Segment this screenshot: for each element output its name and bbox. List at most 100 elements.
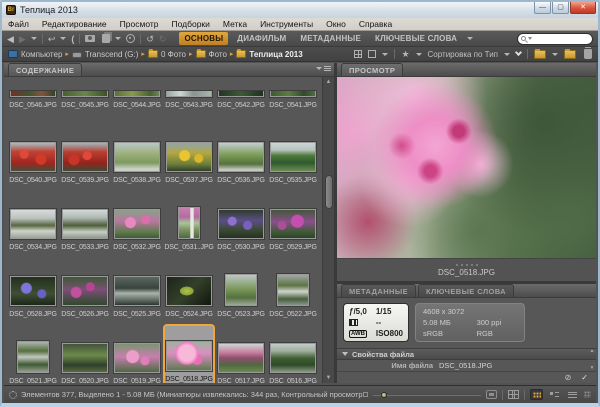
thumbnail-item[interactable]: DSC_0534.JPG (7, 190, 59, 253)
breadcrumb-item[interactable]: Фото ▸ (195, 49, 233, 59)
menu-item[interactable]: Подборки (172, 19, 210, 29)
thumbnail-image[interactable] (165, 275, 213, 307)
rotate-right-icon[interactable]: ↻ (159, 33, 167, 45)
thumbnail-item[interactable]: DSC_0519.JPG (111, 324, 163, 383)
thumbnail-image[interactable] (217, 208, 265, 240)
workspace-dropdown-icon[interactable] (467, 37, 474, 40)
menu-item[interactable]: Окно (326, 19, 346, 29)
thumbnail-image[interactable] (9, 90, 57, 98)
sort-direction-icon[interactable] (514, 48, 523, 57)
thumbnail-item[interactable]: DSC_0543.JPG (163, 77, 215, 111)
thumbnail-item[interactable]: DSC_0540.JPG (7, 123, 59, 186)
workspace-tab[interactable]: КЛЮЧЕВЫЕ СЛОВА (370, 32, 462, 45)
list-view-button[interactable] (566, 389, 579, 400)
breadcrumb-item[interactable]: Transcend (G:) ▸ (71, 50, 145, 59)
thumbnail-item[interactable]: DSC_0538.JPG (111, 123, 163, 186)
thumbnail-item[interactable]: DSC_0531..JPG (163, 190, 215, 253)
thumbnail-image[interactable] (9, 275, 57, 307)
menu-item[interactable]: Справка (359, 19, 392, 29)
thumbnail-image[interactable] (61, 90, 109, 98)
menu-item[interactable]: Просмотр (120, 19, 159, 29)
thumbnail-image[interactable] (269, 208, 317, 240)
view-dropdown-icon[interactable] (382, 52, 389, 56)
new-folder-icon[interactable] (564, 48, 576, 59)
minimize-button[interactable]: — (534, 2, 551, 14)
thumbnail-item[interactable]: DSC_0535.JPG (267, 123, 319, 186)
thumbnail-image[interactable] (9, 208, 57, 240)
thumbnail-size-slider[interactable] (373, 390, 481, 400)
thumbnail-image[interactable] (113, 208, 161, 240)
thumbnail-item[interactable]: DSC_0528.JPG (7, 257, 59, 320)
thumbnail-image[interactable] (269, 90, 317, 98)
thumbnail-image[interactable] (165, 141, 213, 173)
details-view-button[interactable] (548, 389, 561, 400)
thumbnails-view-button[interactable] (530, 389, 543, 400)
metadata-tab[interactable]: КЛЮЧЕВЫЕ СЛОВА (418, 284, 514, 297)
tab-preview[interactable]: ПРОСМОТР (341, 63, 404, 76)
thumbnail-item[interactable]: DSC_0523.JPG (215, 257, 267, 320)
scroll-up-icon[interactable]: ▲ (590, 348, 595, 354)
thumbnail-image[interactable] (177, 206, 201, 240)
thumbnail-item[interactable]: DSC_0542.JPG (215, 77, 267, 111)
rating-filter-star-icon[interactable]: ★ (401, 49, 409, 59)
thumbnail-item[interactable]: DSC_0530.JPG (215, 190, 267, 253)
thumbnail-image[interactable] (217, 141, 265, 173)
thumbnail-item[interactable]: DSC_0526.JPG (59, 257, 111, 320)
sort-dropdown-icon[interactable] (504, 52, 510, 56)
thumbnail-item[interactable]: DSC_0541.JPG (267, 77, 319, 111)
scroll-down-icon[interactable]: ▼ (324, 373, 334, 383)
thumb-size-small-icon[interactable] (363, 392, 368, 397)
workspace-tab[interactable]: ДИАФИЛЬМ (232, 32, 291, 45)
thumbnail-grid-view-icon[interactable] (354, 50, 363, 58)
delete-trash-icon[interactable] (584, 47, 592, 59)
thumbnail-image[interactable] (61, 342, 109, 374)
apply-edit-icon[interactable]: ✓ (581, 373, 588, 383)
search-input[interactable] (534, 35, 589, 42)
slider-knob[interactable] (381, 391, 387, 398)
maximize-button[interactable]: ▢ (552, 2, 569, 14)
cancel-edit-icon[interactable]: ⊘ (565, 373, 572, 383)
thumbnail-item[interactable]: DSC_0545.JPG (59, 77, 111, 111)
scroll-down-icon[interactable]: ▼ (590, 365, 595, 371)
thumbnail-item[interactable]: DSC_0521.JPG (7, 324, 59, 383)
thumbnail-image[interactable] (113, 275, 161, 307)
thumbnail-image[interactable] (113, 141, 161, 173)
thumbnail-item[interactable]: DSC_0546.JPG (7, 77, 59, 111)
thumbnail-image[interactable] (217, 342, 265, 374)
thumbnail-image[interactable] (61, 208, 109, 240)
menu-item[interactable]: Файл (8, 19, 29, 29)
scroll-up-icon[interactable]: ▲ (324, 77, 334, 87)
metadata-tab[interactable]: МЕТАДАННЫЕ (341, 284, 416, 297)
thumbnail-image[interactable] (16, 340, 50, 374)
file-properties-header[interactable]: Свойства файла (337, 348, 596, 360)
thumbnail-item[interactable]: DSC_0520.JPG (59, 324, 111, 383)
camera-raw-icon[interactable]: ( (71, 33, 74, 45)
folder-dropdown-icon[interactable] (552, 52, 558, 56)
thumbnail-image[interactable] (165, 90, 213, 98)
thumbnail-image[interactable] (61, 275, 109, 307)
nav-dropdown-icon[interactable] (30, 37, 37, 40)
refine-aperture-icon[interactable] (126, 34, 136, 43)
scrollbar-thumb[interactable] (324, 175, 333, 209)
preview-pane-view-icon[interactable] (368, 50, 377, 58)
thumbnail-image[interactable] (165, 340, 213, 372)
scrollbar-track[interactable] (324, 87, 334, 373)
open-folder-icon[interactable] (534, 48, 546, 59)
thumbnail-item[interactable]: DSC_0537.JPG (163, 123, 215, 186)
resize-grip[interactable] (584, 391, 591, 398)
thumbnail-item[interactable]: DSC_0532.JPG (111, 190, 163, 253)
menu-item[interactable]: Редактирование (42, 19, 107, 29)
close-button[interactable]: ✕ (570, 2, 596, 14)
recent-file-stack-icon[interactable] (102, 34, 111, 43)
thumbnail-item[interactable]: DSC_0529.JPG (267, 190, 319, 253)
thumbnail-item[interactable]: DSC_0536.JPG (215, 123, 267, 186)
sort-control[interactable]: Сортировка по Тип (428, 50, 498, 59)
content-panel-menu-icon[interactable] (316, 66, 331, 71)
thumbnail-item[interactable]: DSC_0544.JPG (111, 77, 163, 111)
thumbnail-image[interactable] (113, 342, 161, 374)
thumbnail-image[interactable] (113, 90, 161, 98)
breadcrumb-item[interactable]: Компьютер ▸ (8, 50, 69, 59)
thumbnail-item[interactable]: DSC_0525.JPG (111, 257, 163, 320)
thumbnail-image[interactable] (224, 273, 258, 307)
forward-icon[interactable]: ▶ (19, 33, 26, 45)
